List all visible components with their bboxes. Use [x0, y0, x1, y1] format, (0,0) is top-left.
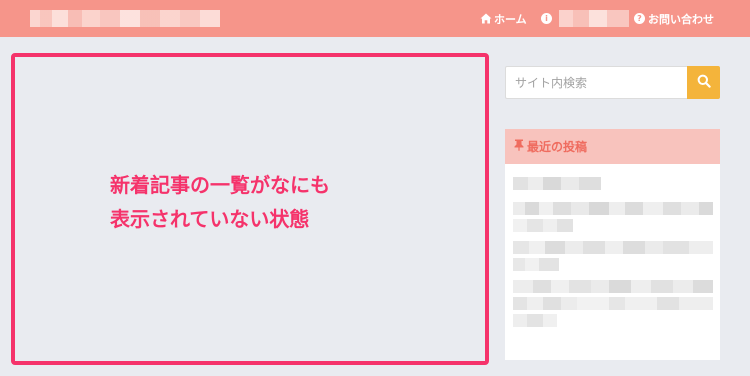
nav-home-link[interactable]: ホーム [480, 0, 527, 37]
info-circle-icon: i [541, 13, 552, 24]
nav-contact-label: お問い合わせ [648, 12, 714, 26]
site-header: ホーム i ? お問い合わせ [0, 0, 750, 37]
recent-post-link-continuation[interactable] [513, 314, 557, 327]
search-input[interactable] [505, 66, 687, 99]
recent-posts-title: 最近の投稿 [527, 140, 588, 154]
pin-icon [514, 139, 524, 154]
annotation-line-2: 表示されていない状態 [110, 207, 310, 231]
annotation-line-1: 新着記事の一覧がなにも [110, 173, 330, 197]
recent-post-link[interactable] [513, 202, 713, 215]
sidebar-search [505, 66, 720, 99]
site-logo[interactable] [30, 10, 220, 27]
nav-home-label: ホーム [494, 12, 527, 26]
search-icon [697, 74, 711, 91]
recent-post-link[interactable] [513, 177, 601, 190]
recent-post-link[interactable] [513, 280, 713, 293]
search-button[interactable] [687, 66, 720, 99]
recent-post-link[interactable] [513, 297, 713, 310]
nav-contact-link[interactable]: ? お問い合わせ [634, 0, 714, 37]
recent-post-link-continuation[interactable] [513, 219, 573, 232]
recent-posts-header: 最近の投稿 [505, 129, 720, 164]
recent-post-link-continuation[interactable] [513, 258, 559, 271]
home-icon [480, 13, 492, 24]
nav-info-link[interactable]: i [541, 0, 629, 37]
recent-posts-widget: 最近の投稿 [505, 129, 720, 360]
question-circle-icon: ? [634, 13, 645, 24]
nav-info-label-redacted [559, 10, 629, 27]
annotation-text: 新着記事の一覧がなにも 表示されていない状態 [110, 168, 330, 236]
recent-post-link[interactable] [513, 241, 713, 254]
